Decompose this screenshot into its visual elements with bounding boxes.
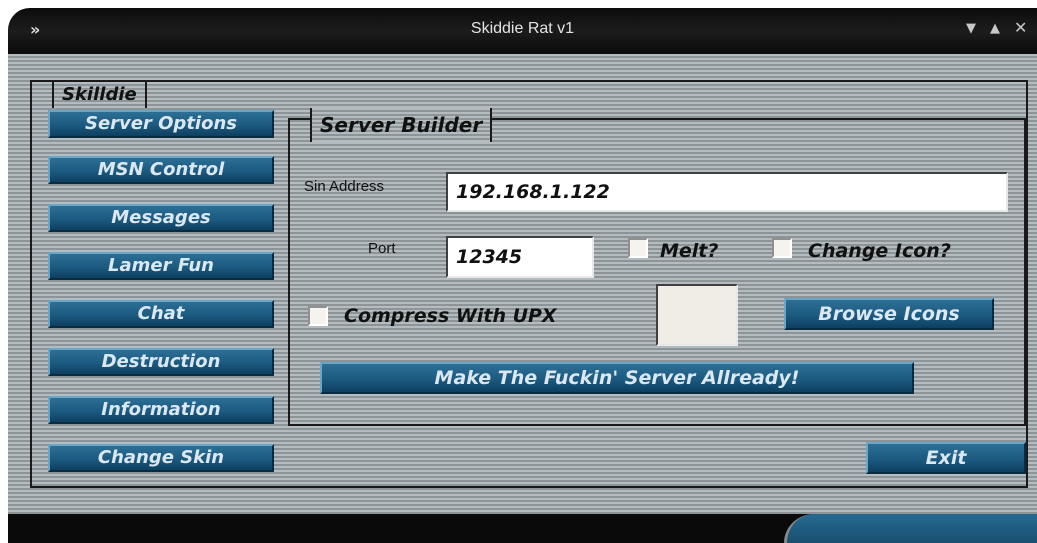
change-icon-label: Change Icon? xyxy=(808,240,951,262)
address-input[interactable] xyxy=(446,172,1008,212)
exit-button[interactable]: Exit xyxy=(866,442,1026,474)
lamer-fun-button[interactable]: Lamer Fun xyxy=(48,252,274,280)
compress-upx-label: Compress With UPX xyxy=(344,305,557,327)
change-icon-checkbox[interactable] xyxy=(772,238,792,258)
build-server-button[interactable]: Make The Fuckin' Server Allready! xyxy=(320,362,914,394)
melt-label: Melt? xyxy=(660,240,719,262)
server-options-button[interactable]: Server Options xyxy=(48,110,274,138)
chat-button[interactable]: Chat xyxy=(48,300,274,328)
melt-checkbox[interactable] xyxy=(628,238,648,258)
port-label: Port xyxy=(368,240,396,257)
tab-server-builder[interactable]: Server Builder xyxy=(310,108,493,142)
browse-icons-button[interactable]: Browse Icons xyxy=(784,298,994,330)
information-button[interactable]: Information xyxy=(48,396,274,424)
app-window: » Skiddie Rat v1 ▼ ▲ ✕ Skilldie Server O… xyxy=(0,0,1037,543)
title-bar[interactable]: » Skiddie Rat v1 ▼ ▲ ✕ xyxy=(8,8,1037,54)
tab-skilldie[interactable]: Skilldie xyxy=(52,82,147,108)
icon-preview xyxy=(656,284,738,346)
minimize-icon[interactable]: ▼ xyxy=(966,21,976,36)
messages-button[interactable]: Messages xyxy=(48,204,274,232)
window-title: Skiddie Rat v1 xyxy=(470,20,575,37)
bottom-frame-accent xyxy=(784,514,1037,543)
maximize-icon[interactable]: ▲ xyxy=(990,21,1000,36)
address-label: Sin Address xyxy=(304,178,385,195)
msn-control-button[interactable]: MSN Control xyxy=(48,156,274,184)
close-icon[interactable]: ✕ xyxy=(1014,18,1027,37)
bottom-frame xyxy=(8,514,1037,543)
compress-upx-checkbox[interactable] xyxy=(308,306,328,326)
destruction-button[interactable]: Destruction xyxy=(48,348,274,376)
port-input[interactable] xyxy=(446,236,594,278)
change-skin-button[interactable]: Change Skin xyxy=(48,444,274,472)
